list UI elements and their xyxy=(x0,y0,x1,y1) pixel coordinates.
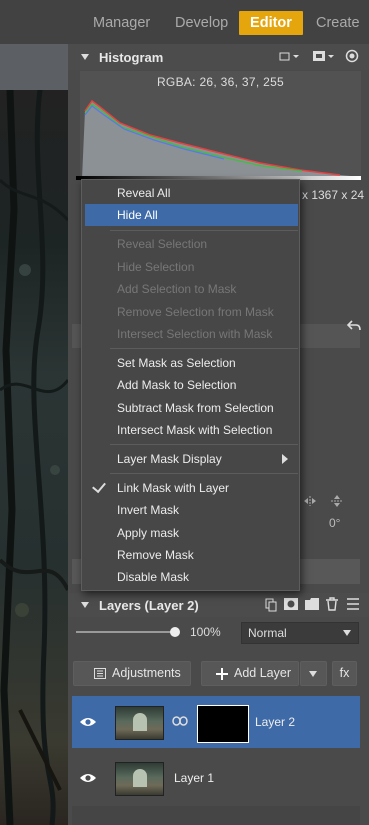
flip-horizontal-icon[interactable] xyxy=(303,495,317,507)
rgba-readout: RGBA: 26, 36, 37, 255 xyxy=(156,75,285,89)
image-canvas[interactable] xyxy=(0,44,68,825)
add-layer-label: Add Layer xyxy=(234,666,291,680)
menu-item-remove-selection-from-mask: Remove Selection from Mask xyxy=(117,305,274,319)
menu-item-intersect-selection-with-mask: Intersect Selection with Mask xyxy=(117,327,273,341)
opacity-value: 100% xyxy=(190,625,221,639)
opacity-slider-track[interactable] xyxy=(76,631,179,633)
menu-item-intersect-mask-with-selection[interactable]: Intersect Mask with Selection xyxy=(85,419,298,441)
blend-mode-value: Normal xyxy=(248,626,287,640)
trash-icon[interactable] xyxy=(326,597,338,611)
layers-menu-icon[interactable] xyxy=(347,598,359,610)
layer-name: Layer 2 xyxy=(255,715,296,729)
menu-separator xyxy=(110,473,298,474)
visibility-eye-icon[interactable] xyxy=(80,716,96,728)
adjustments-button[interactable]: Adjustments xyxy=(73,661,191,686)
canvas-background xyxy=(0,44,68,90)
menu-item-link-mask-with-layer[interactable]: Link Mask with Layer xyxy=(85,477,298,499)
histogram-graph: RGBA: 26, 36, 37, 255 xyxy=(80,71,361,179)
histogram-settings-icon[interactable] xyxy=(345,49,359,63)
folder-icon[interactable] xyxy=(305,598,319,610)
undo-icon[interactable] xyxy=(347,320,361,332)
image-dimensions: x 1367 x 24 xyxy=(302,188,365,202)
tab-editor[interactable]: Editor xyxy=(239,11,303,35)
tab-develop[interactable]: Develop xyxy=(175,11,228,35)
fx-button[interactable]: fx xyxy=(332,661,357,686)
duplicate-layer-icon[interactable] xyxy=(265,598,277,612)
layers-empty-area xyxy=(72,806,360,825)
menu-item-reveal-all[interactable]: Reveal All xyxy=(85,182,298,204)
layer-thumbnail xyxy=(115,762,164,796)
menu-item-hide-all[interactable]: Hide All xyxy=(85,204,298,226)
menu-item-disable-mask[interactable]: Disable Mask xyxy=(85,566,298,588)
layer-name: Layer 1 xyxy=(174,771,215,785)
menu-item-set-mask-as-selection[interactable]: Set Mask as Selection xyxy=(85,352,298,374)
layer-row-layer-2[interactable]: Layer 2 xyxy=(72,696,360,748)
histogram-display-icon[interactable] xyxy=(312,49,336,63)
plus-icon xyxy=(216,668,228,680)
menu-item-add-mask-to-selection[interactable]: Add Mask to Selection xyxy=(85,374,298,396)
menu-item-hide-selection: Hide Selection xyxy=(117,260,195,274)
layer-thumbnail xyxy=(115,706,164,740)
menu-separator xyxy=(110,444,298,445)
mask-link-icon[interactable] xyxy=(172,716,188,726)
menu-item-subtract-mask-from-selection[interactable]: Subtract Mask from Selection xyxy=(85,397,298,419)
layer-row-layer-1[interactable]: Layer 1 xyxy=(72,752,360,804)
menu-item-layer-mask-display[interactable]: Layer Mask Display xyxy=(85,448,298,470)
tab-create[interactable]: Create xyxy=(316,11,360,35)
menu-separator xyxy=(110,230,298,231)
visibility-eye-icon[interactable] xyxy=(80,772,96,784)
add-layer-button[interactable]: Add Layer xyxy=(201,661,299,686)
add-layer-dropdown[interactable] xyxy=(300,661,327,686)
blend-mode-select[interactable]: Normal xyxy=(241,622,359,644)
histogram-header[interactable]: Histogram xyxy=(68,44,369,70)
menu-item-reveal-selection: Reveal Selection xyxy=(117,237,208,251)
menu-item-invert-mask[interactable]: Invert Mask xyxy=(85,499,298,521)
menu-item-label: Layer Mask Display xyxy=(117,452,222,466)
layers-title: Layers (Layer 2) xyxy=(99,598,199,613)
tab-manager[interactable]: Manager xyxy=(93,11,150,35)
histogram-title: Histogram xyxy=(99,50,164,65)
layers-header[interactable]: Layers (Layer 2) xyxy=(68,593,369,617)
adjustments-label: Adjustments xyxy=(112,666,181,680)
menu-item-apply-mask[interactable]: Apply mask xyxy=(85,522,298,544)
histogram-channel-icon[interactable] xyxy=(279,49,301,63)
canvas-photo-branches xyxy=(0,90,68,825)
layer-mask-context-menu: Reveal All Hide All Reveal Selection Hid… xyxy=(81,179,300,591)
chevron-down-icon xyxy=(343,630,351,636)
flip-vertical-icon[interactable] xyxy=(330,494,344,508)
layer-mask-thumbnail[interactable] xyxy=(197,705,249,743)
angle-value: 0° xyxy=(329,516,341,530)
opacity-slider-handle[interactable] xyxy=(170,627,180,637)
menu-item-remove-mask[interactable]: Remove Mask xyxy=(85,544,298,566)
menu-separator xyxy=(110,348,298,349)
adjustments-icon xyxy=(94,668,106,679)
top-nav-bar: Manager Develop Editor Create xyxy=(0,0,369,44)
menu-item-label: Link Mask with Layer xyxy=(117,481,230,495)
collapse-caret-icon[interactable] xyxy=(81,54,89,60)
chevron-down-icon xyxy=(309,671,317,677)
layers-collapse-caret-icon[interactable] xyxy=(81,602,89,608)
checkmark-icon xyxy=(92,478,106,494)
submenu-arrow-icon xyxy=(282,454,288,464)
menu-item-add-selection-to-mask: Add Selection to Mask xyxy=(117,282,237,296)
add-mask-icon[interactable] xyxy=(284,598,298,610)
